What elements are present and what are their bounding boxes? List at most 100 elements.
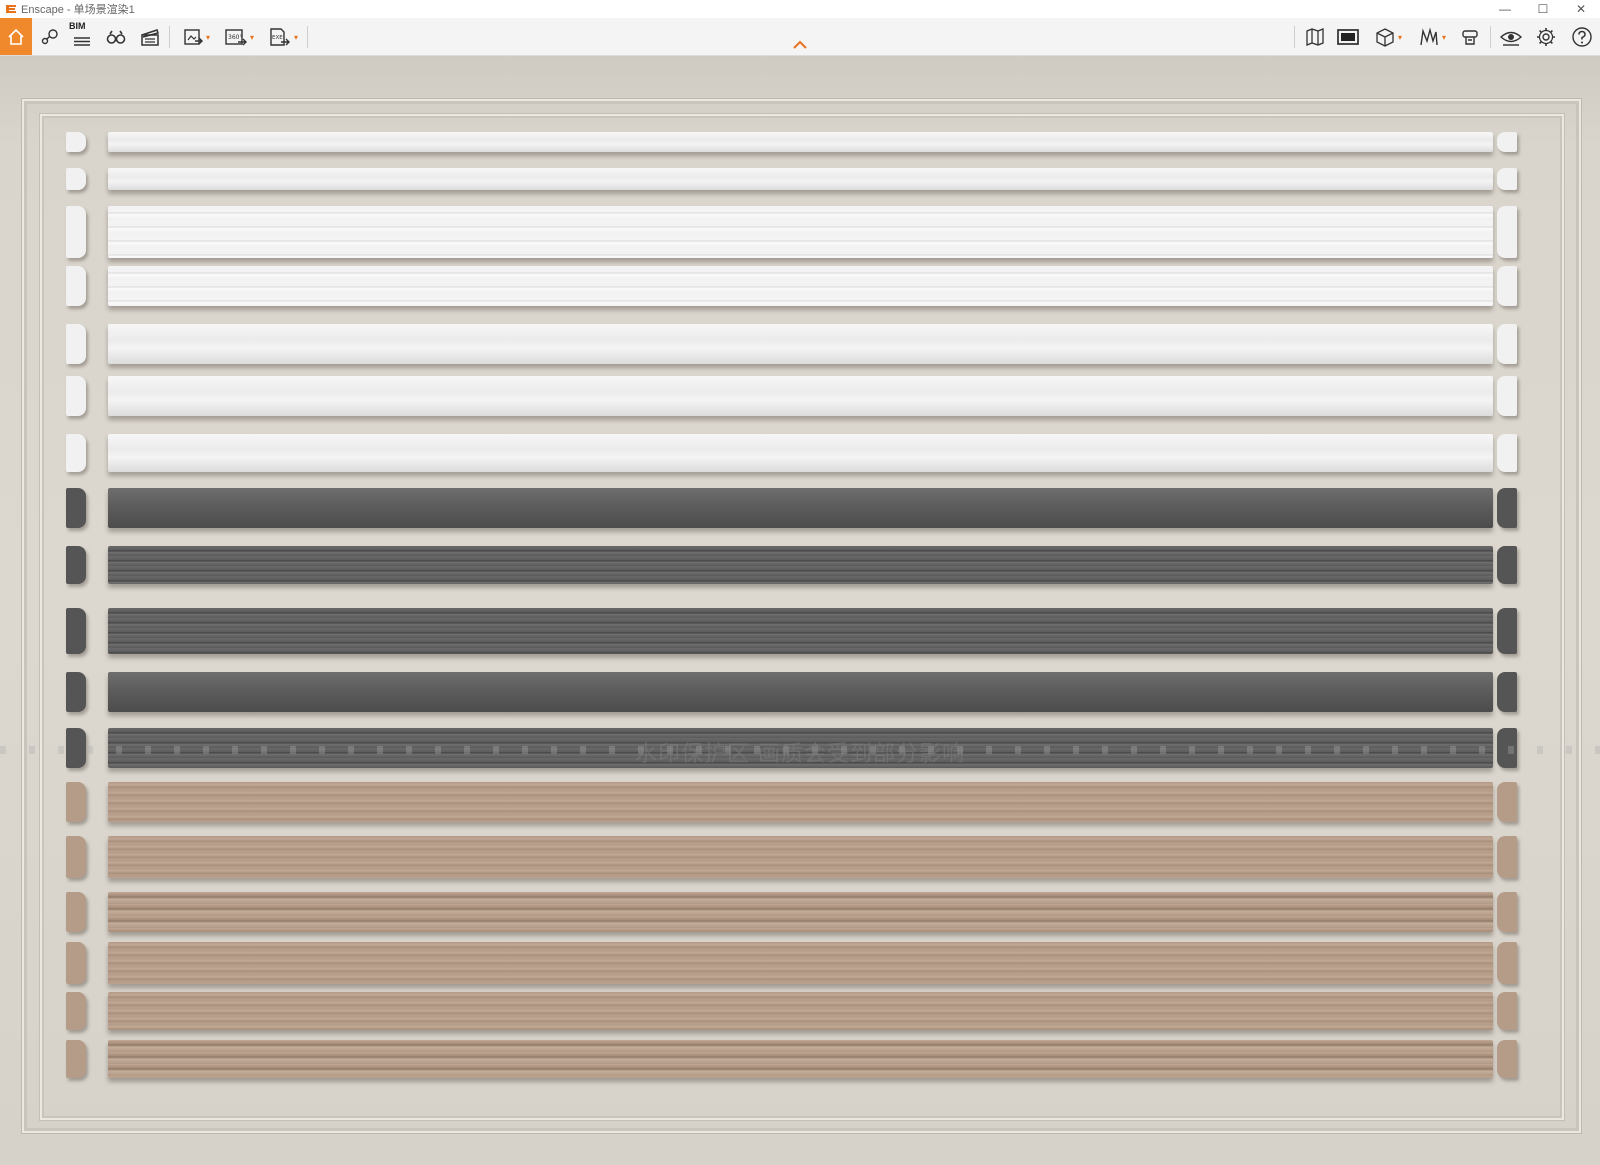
chevron-down-icon: ▾	[249, 32, 254, 42]
camera-path-button[interactable]	[37, 22, 63, 52]
camera-path-icon	[41, 29, 58, 45]
molding-profile-left	[66, 324, 86, 364]
image-view-button[interactable]	[1334, 22, 1362, 52]
molding-profile-right	[1497, 608, 1517, 654]
molding-strip	[108, 836, 1493, 878]
bim-label: BIM	[69, 21, 86, 31]
molding-profile-right	[1497, 1040, 1517, 1078]
binoculars-icon	[106, 30, 126, 44]
molding-profile-left	[66, 266, 86, 306]
minimize-button[interactable]: —	[1486, 0, 1524, 18]
molding-profile-right	[1497, 992, 1517, 1030]
molding-strip	[108, 782, 1493, 822]
molding-profile-right	[1497, 488, 1517, 528]
molding-strip	[108, 672, 1493, 712]
window-title: Enscape - 单场景渲染1	[21, 4, 135, 16]
molding-profile-left	[66, 434, 86, 472]
render-viewport[interactable]: 水印保护区 画质会受到部分影响	[0, 56, 1600, 1165]
bim-button[interactable]: BIM	[69, 21, 95, 52]
molding-profile-left	[66, 892, 86, 932]
image-view-icon	[1337, 29, 1359, 45]
molding-profile-left	[66, 836, 86, 878]
toolbar-separator	[1294, 26, 1295, 48]
screenshot-export-button[interactable]: ▾	[176, 22, 216, 52]
visibility-button[interactable]	[1497, 22, 1525, 52]
toolbar: BIM ▾ 360° ▾ EXE ▾ ▾ ▾	[0, 18, 1600, 56]
molding-profile-left	[66, 672, 86, 712]
binoculars-button[interactable]	[103, 22, 129, 52]
toolbar-separator	[1490, 26, 1491, 48]
molding-profile-left	[66, 1040, 86, 1078]
molding-strip	[108, 434, 1493, 472]
molding-strip	[108, 266, 1493, 306]
chevron-down-icon: ▾	[1441, 32, 1446, 42]
molding-profile-left	[66, 376, 86, 416]
exe-export-button[interactable]: EXE ▾	[263, 22, 303, 52]
molding-profile-right	[1497, 324, 1517, 364]
molding-profile-right	[1497, 206, 1517, 258]
asset-library-button[interactable]: ▾	[1412, 22, 1452, 52]
molding-strip	[108, 892, 1493, 932]
clapper-icon	[141, 29, 159, 46]
close-button[interactable]: ✕	[1562, 0, 1600, 18]
molding-strip	[108, 546, 1493, 584]
exe-export-icon: EXE	[270, 28, 290, 46]
window-controls: — ☐ ✕	[1486, 0, 1600, 18]
cube-icon	[1376, 28, 1394, 47]
molding-profile-left	[66, 782, 86, 822]
molding-profile-right	[1497, 782, 1517, 822]
help-icon	[1572, 27, 1592, 47]
molding-strip	[108, 324, 1493, 364]
title-bar: Enscape - 单场景渲染1 — ☐ ✕	[0, 0, 1600, 18]
home-icon	[8, 28, 24, 45]
panorama-360-export-icon: 360°	[225, 29, 247, 46]
molding-strip	[108, 206, 1493, 258]
asset-library-icon	[1420, 27, 1438, 46]
settings-gear-icon	[1537, 28, 1555, 46]
molding-profile-left	[66, 546, 86, 584]
molding-profile-left	[66, 942, 86, 984]
molding-strip	[108, 376, 1493, 416]
chevron-down-icon: ▾	[293, 32, 298, 42]
molding-profile-right	[1497, 836, 1517, 878]
molding-profile-left	[66, 488, 86, 528]
molding-profile-right	[1497, 132, 1517, 152]
molding-profile-right	[1497, 168, 1517, 190]
molding-profile-right	[1497, 434, 1517, 472]
chevron-down-icon: ▾	[205, 32, 210, 42]
exe-label: EXE	[272, 35, 283, 41]
molding-profile-left	[66, 206, 86, 258]
molding-strip	[108, 942, 1493, 984]
molding-profile-right	[1497, 672, 1517, 712]
map-button[interactable]	[1302, 22, 1328, 52]
molding-strip	[108, 488, 1493, 528]
material-editor-button[interactable]	[1456, 22, 1484, 52]
molding-profile-right	[1497, 942, 1517, 984]
chevron-up-icon	[793, 40, 807, 49]
molding-strip	[108, 608, 1493, 654]
panorama-360-label: 360°	[228, 34, 242, 41]
visibility-icon	[1499, 31, 1523, 46]
video-editor-button[interactable]	[137, 22, 163, 52]
molding-strip	[108, 992, 1493, 1030]
molding-strip	[108, 168, 1493, 190]
toolbar-separator	[169, 26, 170, 48]
home-button[interactable]	[0, 18, 32, 55]
molding-profile-right	[1497, 376, 1517, 416]
help-button[interactable]	[1568, 22, 1596, 52]
panorama-export-button[interactable]: 360° ▾	[219, 22, 259, 52]
collapse-toolbar-button[interactable]	[793, 38, 807, 52]
view-cube-button[interactable]: ▾	[1368, 22, 1408, 52]
molding-strip	[108, 132, 1493, 152]
molding-profile-left	[66, 608, 86, 654]
maximize-button[interactable]: ☐	[1524, 0, 1562, 18]
material-editor-icon	[1462, 30, 1478, 45]
toolbar-separator	[307, 26, 308, 48]
settings-button[interactable]	[1532, 22, 1560, 52]
chevron-down-icon: ▾	[1397, 32, 1402, 42]
watermark-text: 水印保护区 画质会受到部分影响	[635, 742, 965, 767]
molding-profile-right	[1497, 546, 1517, 584]
molding-profile-left	[66, 132, 86, 152]
molding-profile-left	[66, 168, 86, 190]
molding-profile-right	[1497, 892, 1517, 932]
